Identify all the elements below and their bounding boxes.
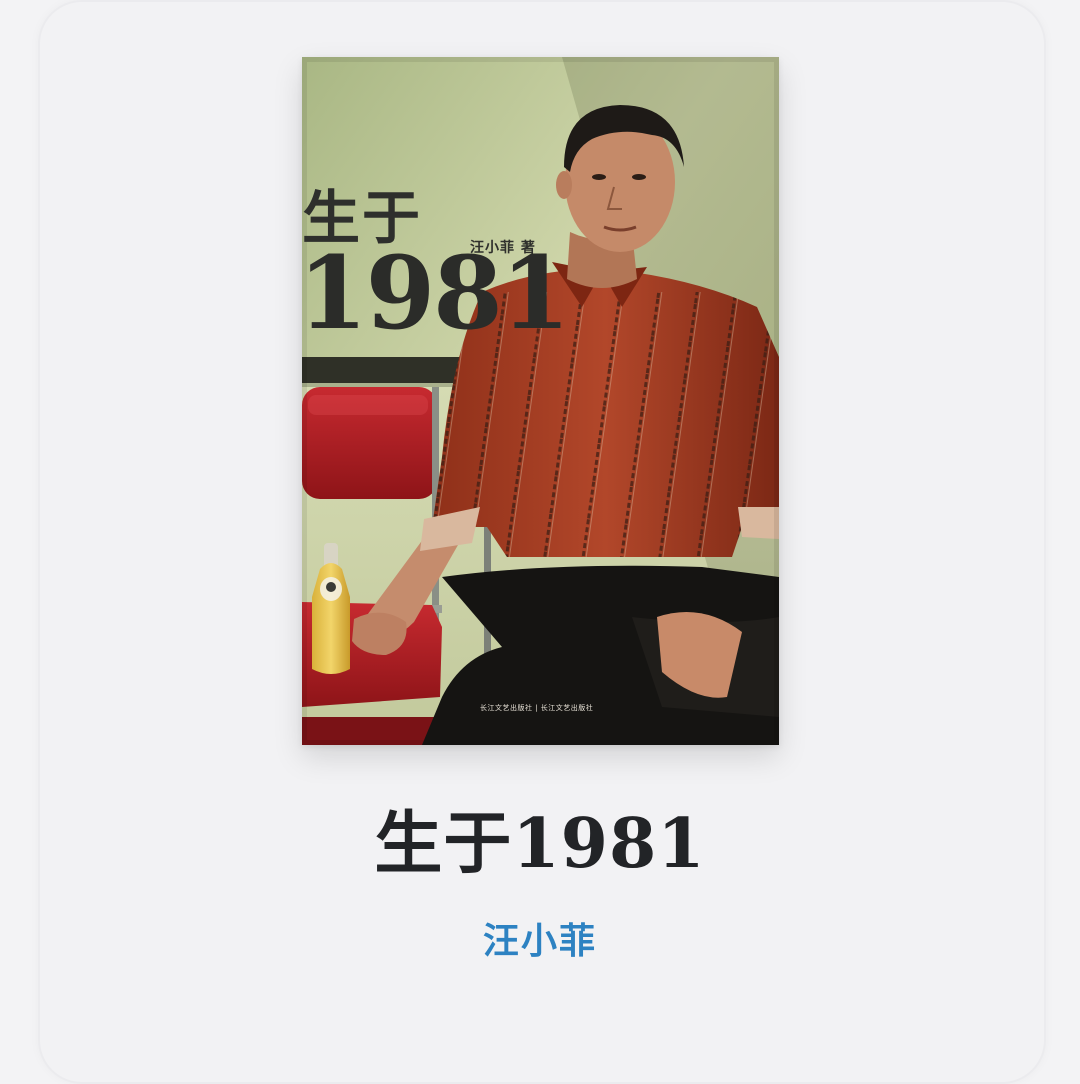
cover-author-credit: 汪小菲 著 xyxy=(470,240,536,256)
cover-publisher-mark: 长江文艺出版社 | 长江文艺出版社 xyxy=(480,704,594,712)
book-title: 生于1981 xyxy=(374,804,706,884)
cover-title-year: 1981 xyxy=(302,234,570,352)
cover-illustration xyxy=(302,57,779,745)
book-author-link[interactable]: 汪小菲 xyxy=(0,920,1080,963)
book-cover-image[interactable]: 生于 1981 汪小菲 著 长江文艺出版社 | 长江文艺出版社 xyxy=(302,57,779,745)
